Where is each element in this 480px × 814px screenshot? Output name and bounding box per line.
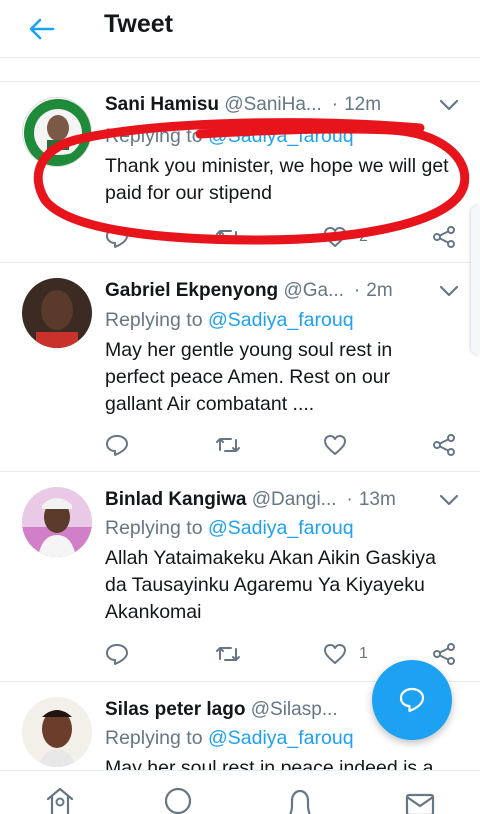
- separator-dot: ·: [331, 94, 339, 115]
- reply-icon: [106, 435, 128, 456]
- replying-to: Replying to @Sadiya_farouq: [105, 727, 354, 750]
- author-handle: @Silasp...: [250, 699, 338, 720]
- author-name[interactable]: Sani Hamisu: [105, 94, 219, 115]
- author-name[interactable]: Binlad Kangiwa: [105, 489, 246, 510]
- arrow-left-icon: [29, 18, 55, 40]
- like-button[interactable]: 1: [323, 640, 368, 668]
- scroll-handle[interactable]: [471, 205, 480, 355]
- divider: [0, 58, 480, 82]
- retweet-icon: [216, 647, 240, 661]
- tweet-time: 13m: [358, 489, 396, 510]
- author-handle: @SaniHa...: [224, 94, 322, 115]
- share-icon: [433, 434, 455, 456]
- chevron-down-icon[interactable]: [438, 283, 460, 299]
- author-handle: @Ga...: [283, 280, 344, 301]
- tweet-item[interactable]: Gabriel Ekpenyong @Ga... · 2m Replying to …: [0, 263, 480, 472]
- like-count: 1: [359, 645, 368, 662]
- share-button[interactable]: [431, 431, 457, 459]
- mention-link[interactable]: @Sadiya_farouq: [208, 309, 354, 331]
- reply-prefix: Replying to: [105, 125, 203, 147]
- tweet-header: Gabriel Ekpenyong @Ga... · 2m: [105, 277, 460, 305]
- chevron-down-icon[interactable]: [438, 97, 460, 113]
- author-name[interactable]: Gabriel Ekpenyong: [105, 280, 278, 301]
- mention-link[interactable]: @Sadiya_farouq: [208, 517, 354, 539]
- tweet-actions: [105, 431, 465, 459]
- retweet-button[interactable]: [215, 431, 251, 459]
- reply-button[interactable]: [105, 431, 129, 459]
- tweet-time: 12m: [344, 94, 382, 115]
- notifications-icon: [289, 789, 311, 814]
- like-count: 2: [359, 228, 368, 245]
- retweet-icon: [216, 230, 240, 244]
- tweet-text: Thank you minister, we hope we will get …: [105, 155, 449, 204]
- share-button[interactable]: [431, 223, 457, 251]
- compose-reply-button[interactable]: [372, 660, 452, 740]
- nav-messages[interactable]: [400, 785, 440, 814]
- replying-to: Replying to @Sadiya_farouq: [105, 125, 354, 148]
- reply-button[interactable]: [105, 223, 129, 251]
- separator-dot: ·: [346, 489, 353, 510]
- heart-icon: [324, 644, 346, 664]
- share-icon: [433, 643, 455, 665]
- retweet-button[interactable]: [215, 640, 251, 668]
- mention-link[interactable]: @Sadiya_farouq: [208, 125, 354, 147]
- heart-icon: [324, 227, 346, 247]
- heart-icon: [324, 435, 346, 455]
- replying-to: Replying to @Sadiya_farouq: [105, 517, 354, 540]
- tweet-actions: 2: [105, 223, 465, 251]
- separator-dot: ·: [353, 280, 361, 301]
- nav-home[interactable]: [40, 785, 80, 814]
- tweet-header: Sani Hamisu @SaniHa... · 12m: [105, 91, 460, 119]
- avatar[interactable]: [22, 697, 92, 767]
- author-handle: @Dangi...: [251, 489, 337, 510]
- avatar[interactable]: [22, 487, 92, 557]
- author-name[interactable]: Silas peter lago: [105, 699, 245, 720]
- chevron-down-icon[interactable]: [438, 492, 460, 508]
- tweet-header: Binlad Kangiwa @Dangi... · 13m: [105, 486, 460, 514]
- tweet-text: Allah Yataimakeku Akan Aikin Gaskiya da …: [105, 547, 436, 623]
- messages-icon: [405, 793, 435, 814]
- nav-notifications[interactable]: [280, 785, 320, 814]
- reply-prefix: Replying to: [105, 727, 203, 749]
- like-button[interactable]: 2: [323, 223, 368, 251]
- home-icon: [46, 787, 74, 814]
- reply-prefix: Replying to: [105, 309, 203, 331]
- avatar[interactable]: [22, 278, 92, 348]
- tweet-text: May her gentle young soul rest in perfec…: [105, 339, 393, 415]
- reply-button[interactable]: [105, 640, 129, 668]
- back-button[interactable]: [22, 12, 62, 46]
- like-button[interactable]: [323, 431, 359, 459]
- nav-search[interactable]: [158, 785, 198, 814]
- retweet-button[interactable]: [215, 223, 251, 251]
- reply-prefix: Replying to: [105, 517, 203, 539]
- retweet-icon: [216, 438, 240, 452]
- top-bar: Tweet: [0, 0, 480, 58]
- reply-icon: [106, 644, 128, 665]
- avatar[interactable]: [22, 97, 92, 167]
- replying-to: Replying to @Sadiya_farouq: [105, 309, 354, 332]
- tweet-time: 2m: [366, 280, 393, 301]
- compose-reply-icon: [399, 687, 425, 713]
- share-button[interactable]: [431, 640, 457, 668]
- mention-link[interactable]: @Sadiya_farouq: [208, 727, 354, 749]
- share-icon: [433, 226, 455, 248]
- page-title: Tweet: [104, 10, 173, 38]
- tweet-item[interactable]: Sani Hamisu @SaniHa... · 12m Replying to @…: [0, 83, 480, 263]
- tweet-text: May her soul rest in peace indeed is a: [105, 757, 434, 770]
- reply-icon: [106, 227, 128, 248]
- bottom-nav: [0, 770, 480, 814]
- tweet-item[interactable]: Binlad Kangiwa @Dangi... · 13m Replying to…: [0, 472, 480, 682]
- search-icon: [164, 787, 192, 814]
